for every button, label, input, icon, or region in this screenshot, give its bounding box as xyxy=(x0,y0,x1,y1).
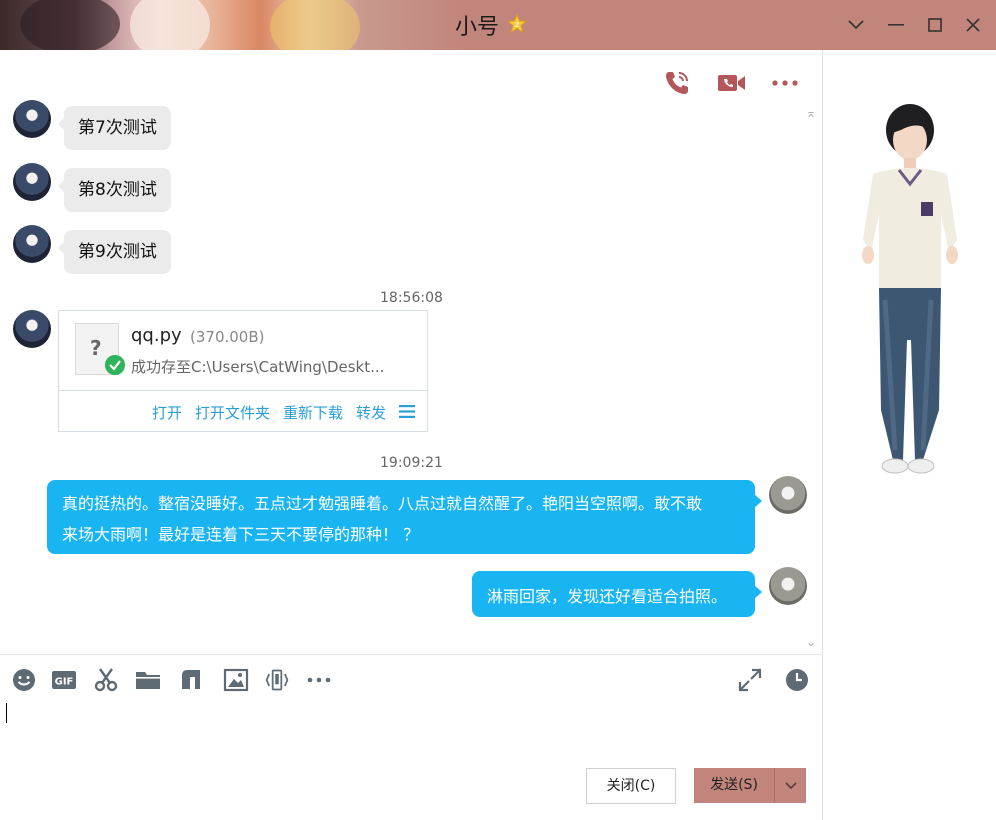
message-timestamp: 18:56:08 xyxy=(380,290,443,306)
avatar[interactable] xyxy=(13,225,51,263)
file-actions-bar: 打开 打开文件夹 重新下载 转发 xyxy=(59,390,427,432)
avatar[interactable] xyxy=(13,310,51,348)
scissors-icon[interactable] xyxy=(93,667,119,693)
send-button[interactable]: 发送(S) xyxy=(694,768,774,803)
minimize-button[interactable] xyxy=(881,10,911,40)
file-size: (370.00B) xyxy=(190,328,265,346)
folder-icon[interactable] xyxy=(135,667,161,693)
redownload-link[interactable]: 重新下载 xyxy=(283,402,343,423)
qq-chat-window: 小号 z ⌅ 第7次测试 第8次测试 第9次测试 18:56:08 ? qq.p… xyxy=(0,0,996,820)
avatar[interactable] xyxy=(769,476,807,514)
svg-text:z: z xyxy=(515,20,519,29)
chat-history[interactable]: ⌅ 第7次测试 第8次测试 第9次测试 18:56:08 ? qq.py (37… xyxy=(0,50,822,650)
outgoing-message-bubble[interactable]: 淋雨回家，发现还好看适合拍照。 xyxy=(472,571,762,617)
outgoing-message-bubble[interactable]: 真的挺热的。整宿没睡好。五点过才勉强睡着。八点过就自然醒了。艳阳当空照啊。敢不敢… xyxy=(47,480,762,554)
message-input[interactable] xyxy=(0,700,822,760)
more-tools-icon[interactable] xyxy=(306,667,332,693)
file-name: qq.py xyxy=(131,325,182,346)
title-bar[interactable]: 小号 z xyxy=(0,0,996,50)
scroll-down-arrow-icon[interactable]: ⌄ xyxy=(806,635,816,649)
message-bubble[interactable]: 第8次测试 xyxy=(58,168,171,212)
forward-link[interactable]: 转发 xyxy=(356,402,386,423)
success-check-icon xyxy=(105,355,125,375)
image-icon[interactable] xyxy=(223,667,249,693)
more-options-icon[interactable] xyxy=(770,68,800,98)
emoji-icon[interactable] xyxy=(11,667,37,693)
message-timestamp: 19:09:21 xyxy=(380,455,443,471)
svg-text:GIF: GIF xyxy=(55,677,74,688)
gif-icon[interactable]: GIF xyxy=(51,667,77,693)
expand-icon[interactable] xyxy=(737,667,763,693)
title-banner-image xyxy=(0,0,620,50)
message-line: 真的挺热的。整宿没睡好。五点过才勉强睡着。八点过就自然醒了。艳阳当空照啊。敢不敢 xyxy=(62,494,703,513)
message-bubble[interactable]: 第9次测试 xyxy=(58,230,171,274)
vip-star-icon: z xyxy=(507,14,527,34)
avatar-show-figure[interactable] xyxy=(823,90,996,570)
open-folder-link[interactable]: 打开文件夹 xyxy=(195,402,270,423)
window-title: 小号 xyxy=(455,15,500,40)
video-call-icon[interactable] xyxy=(716,68,746,98)
menu-icon[interactable] xyxy=(399,405,415,418)
send-options-dropdown[interactable] xyxy=(774,768,806,803)
avatar[interactable] xyxy=(769,567,807,605)
maximize-button[interactable] xyxy=(920,10,950,40)
avatar[interactable] xyxy=(13,100,51,138)
music-icon[interactable] xyxy=(178,667,204,693)
shake-window-icon[interactable] xyxy=(264,667,290,693)
voice-call-icon[interactable] xyxy=(662,68,692,98)
scroll-up-arrow-icon[interactable]: ⌅ xyxy=(806,106,816,120)
message-bubble[interactable]: 第7次测试 xyxy=(58,106,171,150)
file-status: 成功存至C:\Users\CatWing\Deskt... xyxy=(131,358,385,376)
message-line: 来场大雨啊！最好是连着下三天不要停的那种！ ？ xyxy=(62,525,420,544)
chevron-down-icon xyxy=(784,781,797,789)
file-transfer-card[interactable]: ? qq.py (370.00B) 成功存至C:\Users\CatWing\D… xyxy=(58,310,428,432)
close-window-button[interactable] xyxy=(958,10,988,40)
chevron-down-icon[interactable] xyxy=(841,10,871,40)
message-line: 淋雨回家，发现还好看适合拍照。 xyxy=(487,587,728,606)
input-toolbar: GIF xyxy=(0,654,822,701)
close-button[interactable]: 关闭(C) xyxy=(586,768,676,804)
history-clock-icon[interactable] xyxy=(784,667,810,693)
profile-show-panel xyxy=(823,50,996,820)
open-file-link[interactable]: 打开 xyxy=(152,402,182,423)
avatar[interactable] xyxy=(13,163,51,201)
